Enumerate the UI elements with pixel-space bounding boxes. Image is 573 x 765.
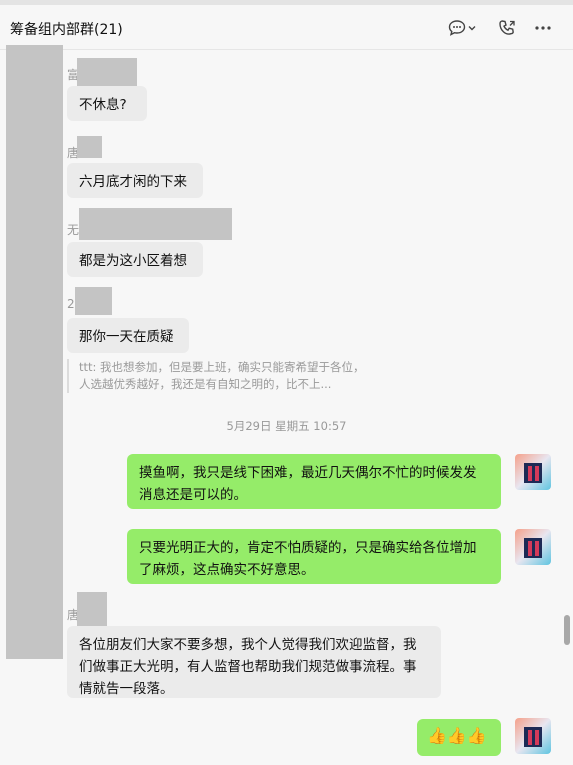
redacted-sender-name <box>77 592 107 626</box>
avatar-image-icon <box>515 718 551 754</box>
sender-name: 无 <box>67 223 80 237</box>
quoted-message[interactable]: ttt: 我也想参加，但是要上班，确实只能寄希望于各位，人选越优秀越好，我还是有… <box>67 359 367 393</box>
chat-message-area[interactable]: 富 不休息? 唐 六月底才闲的下来 无 都是为这小区着想 2 那你一天在质疑 t… <box>0 45 573 765</box>
chevron-down-icon[interactable] <box>466 17 478 39</box>
outgoing-message-bubble[interactable]: 👍👍👍 <box>417 719 501 756</box>
message-bubble[interactable]: 六月底才闲的下来 <box>67 163 203 198</box>
sender-name: 2 <box>67 297 75 311</box>
message-bubble[interactable]: 各位朋友们大家不要多想，我个人觉得我们欢迎监督，我们做事正大光明，有人监督也帮助… <box>67 626 441 698</box>
avatar[interactable] <box>515 718 551 754</box>
chat-bubble-icon[interactable] <box>446 17 468 39</box>
message-bubble[interactable]: 都是为这小区着想 <box>67 242 203 277</box>
avatar[interactable] <box>515 529 551 565</box>
more-options-icon[interactable] <box>532 17 554 39</box>
chat-title: 筹备组内部群(21) <box>10 22 123 38</box>
redacted-sender-name <box>79 208 232 240</box>
redacted-avatar-column <box>6 45 63 659</box>
redacted-sender-name <box>77 58 137 86</box>
scrollbar-thumb[interactable] <box>564 615 570 645</box>
message-bubble[interactable]: 不休息? <box>67 86 147 121</box>
chat-header: 筹备组内部群(21) <box>0 5 573 50</box>
avatar[interactable] <box>515 454 551 490</box>
redacted-sender-name <box>77 136 102 158</box>
outgoing-message-bubble[interactable]: 只要光明正大的，肯定不怕质疑的，只是确实给各位增加了麻烦，这点确实不好意思。 <box>127 529 501 584</box>
redacted-sender-name <box>75 287 112 315</box>
outgoing-message-bubble[interactable]: 摸鱼啊，我只是线下困难，最近几天偶尔不忙的时候发发消息还是可以的。 <box>127 454 501 509</box>
avatar-image-icon <box>515 454 551 490</box>
message-bubble[interactable]: 那你一天在质疑 <box>67 318 189 353</box>
timestamp: 5月29日 星期五 10:57 <box>226 419 347 433</box>
phone-call-icon[interactable] <box>496 17 518 39</box>
avatar-image-icon <box>515 529 551 565</box>
